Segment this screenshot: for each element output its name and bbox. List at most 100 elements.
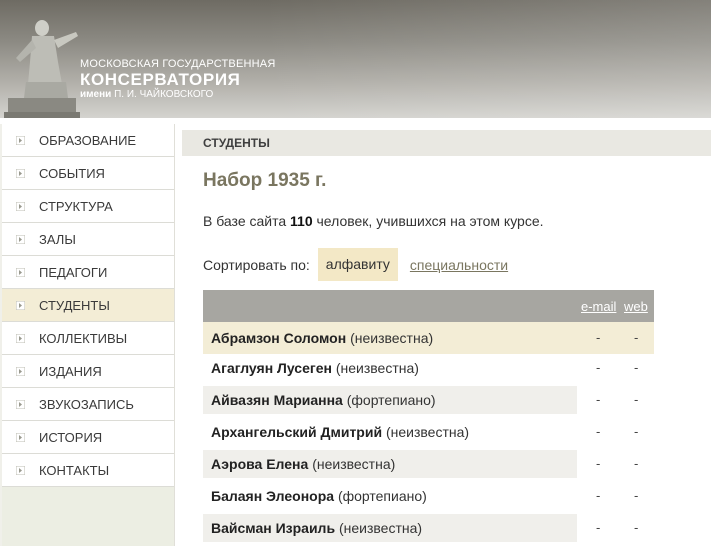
nav-item-label: ИЗДАНИЯ	[39, 363, 102, 379]
nav-item[interactable]: ЗАЛЫ	[2, 223, 174, 256]
web-column-header[interactable]: web	[624, 299, 648, 314]
email-cell: -	[596, 424, 601, 439]
logo-line3: имени П. И. ЧАЙКОВСКОГО	[80, 89, 275, 101]
header-fade	[260, 0, 711, 118]
student-name-cell: Агаглуян Лусеген (неизвестна)	[203, 354, 577, 382]
email-column-header[interactable]: e-mail	[581, 299, 616, 314]
arrow-right-icon	[16, 465, 25, 475]
student-specialty: (фортепиано)	[337, 488, 427, 504]
web-cell: -	[634, 330, 639, 345]
nav-item[interactable]: СТРУКТУРА	[2, 190, 174, 223]
student-specialty: (фортепиано)	[346, 392, 436, 408]
logo-line2: КОНСЕРВАТОРИЯ	[80, 70, 241, 89]
sort-label: Сортировать по:	[203, 256, 310, 273]
nav-item-label: КОНТАКТЫ	[39, 462, 110, 478]
email-cell: -	[596, 520, 601, 535]
student-name[interactable]: Вайсман Израиль	[211, 520, 335, 536]
email-cell: -	[596, 360, 601, 375]
table-row[interactable]: Аэрова Елена (неизвестна) - -	[203, 450, 654, 482]
student-name[interactable]: Балаян Элеонора	[211, 488, 334, 504]
logo-line3-name: П. И. ЧАЙКОВСКОГО	[114, 89, 214, 100]
email-cell: -	[596, 456, 601, 471]
arrow-right-icon	[16, 234, 25, 244]
students-table: e-mail web Абрамзон Соломон (неизвестна)…	[203, 290, 654, 546]
nav-item[interactable]: ЗВУКОЗАПИСЬ	[2, 388, 174, 421]
nav-item[interactable]: СОБЫТИЯ	[2, 157, 174, 190]
sidebar: ОБРАЗОВАНИЕ СОБЫТИЯ СТРУКТУРА ЗАЛЫ ПЕДАГОГИ С…	[0, 124, 175, 546]
intro-before: В базе сайта	[203, 213, 287, 229]
nav-item[interactable]: ИСТОРИЯ	[2, 421, 174, 454]
arrow-right-icon	[16, 300, 25, 310]
logo-line1: МОСКОВСКАЯ ГОСУДАРСТВЕННАЯ	[80, 58, 276, 70]
student-name[interactable]: Архангельский Дмитрий	[211, 424, 382, 440]
nav-item[interactable]: КОНТАКТЫ	[2, 454, 174, 487]
student-name-cell: Аэрова Елена (неизвестна)	[203, 450, 577, 478]
nav-item-label: ПЕДАГОГИ	[39, 264, 108, 280]
student-specialty: (неизвестна)	[350, 330, 434, 346]
sort-controls: Сортировать по: алфавиту специальности	[203, 248, 508, 281]
site-header: МОСКОВСКАЯ ГОСУДАРСТВЕННАЯ КОНСЕРВАТОРИЯ…	[0, 0, 711, 118]
table-row[interactable]: Вайсман Израиль (неизвестна) - -	[203, 514, 654, 546]
arrow-right-icon	[16, 366, 25, 376]
student-name-cell: Балаян Элеонора (фортепиано)	[203, 482, 577, 510]
table-row[interactable]: Абрамзон Соломон (неизвестна) - -	[203, 322, 654, 354]
page-title: Набор 1935 г.	[203, 170, 327, 191]
student-specialty: (неизвестна)	[338, 520, 423, 536]
student-specialty: (неизвестна)	[385, 424, 470, 440]
student-name[interactable]: Агаглуян Лусеген	[211, 360, 332, 376]
web-cell: -	[634, 488, 639, 503]
intro-text: В базе сайта 110 человек, учившихся на э…	[203, 213, 544, 229]
sidebar-footer	[2, 487, 174, 546]
tchaikovsky-statue-icon	[4, 20, 80, 118]
nav-item[interactable]: ОБРАЗОВАНИЕ	[2, 124, 174, 157]
arrow-right-icon	[16, 399, 25, 409]
nav-item-label: ЗАЛЫ	[39, 231, 76, 247]
nav-item[interactable]: СТУДЕНТЫ	[2, 289, 174, 322]
email-cell: -	[596, 330, 601, 345]
nav-item-label: ОБРАЗОВАНИЕ	[39, 132, 137, 148]
arrow-right-icon	[16, 168, 25, 178]
nav-item-label: КОЛЛЕКТИВЫ	[39, 330, 128, 346]
web-cell: -	[634, 424, 639, 439]
table-row[interactable]: Агаглуян Лусеген (неизвестна) - -	[203, 354, 654, 386]
table-body: Абрамзон Соломон (неизвестна) - - Агаглуян …	[203, 322, 654, 546]
nav-item[interactable]: ПЕДАГОГИ	[2, 256, 174, 289]
sort-alphabet-button[interactable]: алфавиту	[317, 248, 398, 281]
arrow-right-icon	[16, 333, 25, 343]
student-name[interactable]: Абрамзон Соломон	[211, 330, 346, 346]
nav-item-label: СТУДЕНТЫ	[39, 297, 110, 313]
web-cell: -	[634, 392, 639, 407]
arrow-right-icon	[16, 432, 25, 442]
nav-item[interactable]: КОЛЛЕКТИВЫ	[2, 322, 174, 355]
student-specialty: (неизвестна)	[312, 456, 396, 472]
email-cell: -	[596, 392, 601, 407]
student-name-cell: Айвазян Марианна (фортепиано)	[203, 386, 577, 414]
student-name-cell: Вайсман Израиль (неизвестна)	[203, 514, 577, 542]
logo[interactable]: МОСКОВСКАЯ ГОСУДАРСТВЕННАЯ КОНСЕРВАТОРИЯ…	[80, 58, 275, 101]
nav-item-label: ИСТОРИЯ	[39, 429, 103, 445]
student-name-cell: Абрамзон Соломон (неизвестна)	[203, 322, 577, 354]
section-title: СТУДЕНТЫ	[182, 130, 711, 156]
nav-item-label: СОБЫТИЯ	[39, 165, 105, 181]
table-row[interactable]: Айвазян Марианна (фортепиано) - -	[203, 386, 654, 418]
student-name[interactable]: Аэрова Елена	[211, 456, 308, 472]
arrow-right-icon	[16, 135, 25, 145]
web-cell: -	[634, 520, 639, 535]
table-row[interactable]: Архангельский Дмитрий (неизвестна) - -	[203, 418, 654, 450]
web-cell: -	[634, 456, 639, 471]
intro-after: человек, учившихся на этом курсе.	[316, 213, 544, 229]
student-specialty: (неизвестна)	[335, 360, 419, 376]
nav-item[interactable]: ИЗДАНИЯ	[2, 355, 174, 388]
sort-specialty-link[interactable]: специальности	[410, 257, 508, 273]
student-name-cell: Архангельский Дмитрий (неизвестна)	[203, 418, 577, 446]
nav-item-label: ЗВУКОЗАПИСЬ	[39, 396, 134, 412]
arrow-right-icon	[16, 267, 25, 277]
web-cell: -	[634, 360, 639, 375]
nav-item-label: СТРУКТУРА	[39, 198, 113, 214]
table-row[interactable]: Балаян Элеонора (фортепиано) - -	[203, 482, 654, 514]
student-name[interactable]: Айвазян Марианна	[211, 392, 343, 408]
table-header: e-mail web	[203, 290, 654, 322]
main-content: СТУДЕНТЫ Набор 1935 г. В базе сайта 110 …	[182, 124, 711, 546]
student-count: 110	[290, 213, 313, 229]
logo-line3-prefix: имени	[80, 89, 112, 100]
